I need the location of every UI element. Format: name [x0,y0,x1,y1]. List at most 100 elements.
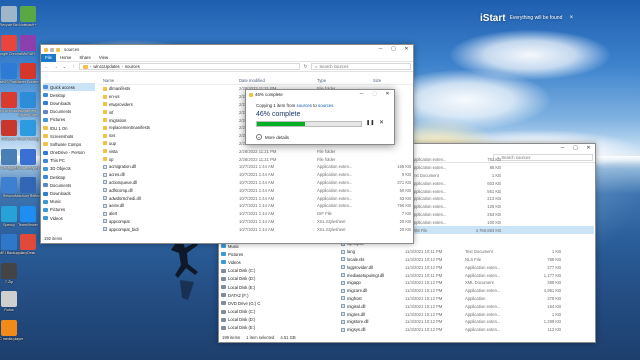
file-row[interactable]: acres.dll 10/7/2021 1:44 AM Application ex… [99,171,413,179]
column-header-type[interactable]: Type [317,78,373,83]
file-row[interactable]: Text Document 1 KB [409,172,594,180]
nav-item[interactable]: Desktop [43,91,95,99]
close-icon[interactable]: × [567,14,575,22]
file-row[interactable]: migstore.dll 11/4/2021 10:12 PM Applicatio… [339,318,595,326]
file-row[interactable]: Application exten... 253 KB [409,211,594,219]
nav-item[interactable]: Downloads [43,189,95,197]
file-row[interactable]: mediasetupuimgr.dll 11/4/2021 10:11 PM App… [339,271,595,279]
column-header-date[interactable]: Date modified [239,78,317,83]
file-row[interactable]: acmigration.dll 10/7/2021 1:44 AM Applicat… [99,163,413,171]
desktop-icon[interactable]: TeamViewer [13,205,43,227]
file-row[interactable]: migsys.dll 11/4/2021 10:12 PM Application … [339,326,595,334]
desktop-icon[interactable]: WinRAR [13,34,43,56]
desktop-icon[interactable]: AnyDesk [13,234,43,255]
desktop-icon[interactable]: Driver Booster [13,63,43,84]
ribbon-tab-home[interactable]: Home [56,54,75,62]
search-input[interactable]: ⌕ Search sources [311,63,411,70]
nav-item[interactable]: DATA2 (F:) [221,291,265,299]
nav-item[interactable]: Music [43,198,95,206]
file-row[interactable]: appcompat 10/7/2021 1:44 AM XSL Stylesheet… [99,218,413,226]
file-row[interactable]: lang 11/4/2021 10:11 PM Text Document 1 KB [339,248,595,256]
forward-button[interactable]: → [52,63,59,71]
file-row[interactable]: WIM File 4,759,883 KB [409,226,594,234]
desktop-icon[interactable]: Notepad++ [13,6,43,27]
close-button[interactable]: ✕ [400,45,413,54]
file-row[interactable]: migres.dll 11/4/2021 10:12 PM Application … [339,310,595,318]
file-row[interactable]: Application exten... 561 KB [409,187,594,195]
minimize-button[interactable]: ─ [374,45,387,54]
up-button[interactable]: ↑ [70,63,77,71]
maximize-button[interactable]: ▢ [387,45,400,54]
close-button[interactable]: ✕ [582,144,595,153]
nav-item[interactable]: This PC [43,157,95,165]
desktop-icon[interactable]: Malwarebytes [13,148,43,170]
nav-item[interactable]: Downloads [43,99,95,107]
new-folder-icon[interactable] [56,47,60,52]
file-row[interactable]: adfscomp.dll 10/7/2021 1:44 AM Application… [99,186,413,194]
maximize-button[interactable]: ▢ [368,90,381,99]
nav-item[interactable]: Local Disk (E:) [221,283,265,291]
breadcrumb-item[interactable]: sources [125,64,140,70]
file-row[interactable]: xp 2/28/2022 11:21 PM File folder [99,155,413,163]
nav-item[interactable]: Local Disk (C:) [221,267,265,275]
desktop-icon[interactable]: VLC media player [0,319,24,341]
nav-item[interactable]: Pictures [43,206,95,214]
pause-icon[interactable]: ❚❚ [366,120,374,126]
ribbon-tab-share[interactable]: Share [75,54,94,62]
file-row[interactable]: migcore.dll 11/4/2021 10:12 PM Application… [339,287,595,295]
desktop-icon[interactable]: 7-Zip [0,262,24,284]
nav-item[interactable]: Software Compo [43,140,95,148]
column-header-size[interactable]: Size [373,78,411,83]
nav-item[interactable]: Videos [43,214,95,222]
nav-item[interactable]: Pictures [221,250,265,258]
desktop-icon[interactable]: Advanced SystemCare [13,91,43,117]
desktop-icon[interactable]: Macrium Reflect [13,177,43,198]
file-row[interactable]: vista 2/28/2022 11:21 PM File folder [99,147,413,155]
desktop-icon[interactable]: Smart Defrag [13,120,43,141]
breadcrumb-item[interactable]: win11Updates [93,64,119,70]
nav-item[interactable]: Local Disk (D:) [221,275,265,283]
destination-link[interactable]: sources [318,103,333,108]
file-row[interactable]: Application exten... 100 KB [409,218,594,226]
properties-icon[interactable] [50,47,54,52]
column-header-name[interactable]: Name [99,78,239,83]
ribbon-tab-view[interactable]: View [95,54,112,62]
file-row[interactable]: mighost 11/4/2021 10:12 PM Application 379 … [339,295,595,303]
file-row[interactable]: Application exten... 752 KB [409,156,594,164]
maximize-button[interactable]: ▢ [569,144,582,153]
nav-item[interactable]: Quick access [43,83,95,92]
nav-item[interactable]: Documents [43,108,95,116]
nav-item[interactable]: 3D Objects [43,165,95,173]
cancel-icon[interactable]: ✕ [379,119,384,126]
file-row[interactable]: aeinv.dll 10/7/2021 1:44 AM Application ex… [99,202,413,210]
back-button[interactable]: ← [43,63,50,71]
nav-item[interactable]: Local Disk (E:) [221,324,265,332]
ribbon-tab-file[interactable]: File [41,53,56,62]
file-row[interactable]: Application exten... 213 KB [409,195,594,203]
nav-item[interactable]: IDU 1 On [43,124,95,132]
file-row[interactable]: Application exten... 603 KB [409,179,594,187]
address-bar[interactable]: › win11Updates › sources [79,63,300,70]
nav-item[interactable]: Local Disk (C:) [221,308,265,316]
nav-item[interactable]: Screenshots [43,132,95,140]
file-row[interactable]: Application exten... 85 KB [409,164,594,172]
file-row[interactable]: adwdsrSchedi.dll 10/7/2021 1:44 AM Applica… [99,194,413,202]
nav-item[interactable]: Documents [43,181,95,189]
nav-item[interactable]: DVD Drive (G:) C [221,299,265,307]
file-row[interactable]: alert 10/7/2021 1:44 AM GIF File 7 KB [99,210,413,218]
file-row[interactable]: appcompat_bidi 10/7/2021 1:44 AM XSL Style… [99,225,413,233]
file-row[interactable]: actionqueue.dll 10/7/2021 1:44 AM Applicat… [99,179,413,187]
refresh-button[interactable]: ↻ [302,63,309,71]
copy-progress-dialog[interactable]: 46% complete ─ ▢ ✕ Copying 1 item from s… [245,89,395,145]
nav-item[interactable]: Videos [221,258,265,266]
istart-search-bar[interactable]: iStart Everything will be found × [480,11,575,25]
file-row[interactable]: Application exten... 126 KB [409,203,594,211]
minimize-button[interactable]: ─ [556,144,569,153]
file-row[interactable]: logprovider.dll 11/4/2021 10:12 PM Applica… [339,263,595,271]
nav-item[interactable]: Local Disk (D:) [221,316,265,324]
nav-item[interactable]: Pictures [43,116,95,124]
nav-item[interactable]: Desktop [43,173,95,181]
nav-item[interactable]: OneDrive - Person [43,149,95,157]
file-row[interactable]: migisol.dll 11/4/2021 10:12 PM Application… [339,302,595,310]
recent-locations-button[interactable]: ⌄ [61,63,68,71]
